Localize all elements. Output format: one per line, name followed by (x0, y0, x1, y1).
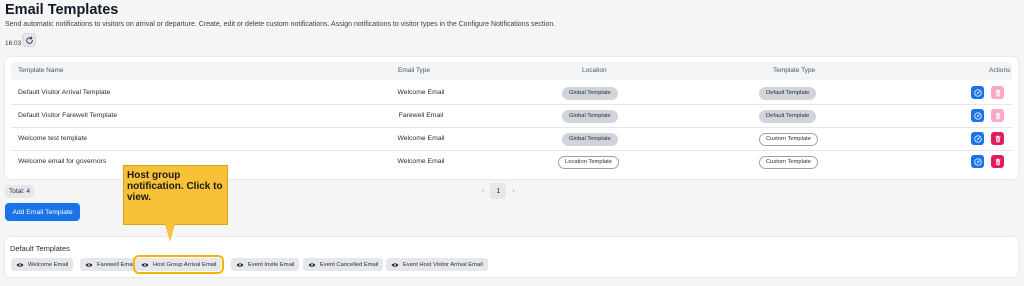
edit-icon (973, 157, 982, 166)
add-email-template-button[interactable]: Add Email Template (5, 203, 80, 221)
table-header: Template Name Email Type Location Templa… (11, 62, 1012, 80)
page-number[interactable]: 1 (490, 183, 507, 199)
edit-icon (973, 134, 982, 143)
defaults-card: Default Templates Welcome Email Farewell… (5, 237, 1018, 277)
edit-icon (973, 88, 982, 97)
template-name: Default Visitor Farewell Template (18, 112, 118, 119)
trash-icon (995, 135, 1000, 142)
default-template-chip[interactable]: Event Cancelled Email (303, 258, 384, 271)
email-type: Welcome Email (397, 158, 445, 165)
trash-icon (995, 112, 1000, 119)
email-type: Farewell Email (398, 112, 444, 119)
template-name: Welcome test template (18, 135, 88, 142)
pagination: ‹ 1 › (482, 183, 515, 199)
default-templates-title: Default Templates (10, 244, 70, 253)
refresh-icon (25, 35, 33, 44)
col-actions: Actions (989, 67, 1011, 74)
chip-label: Event Host Visitor Arrival Email (403, 261, 483, 268)
chip-label: Farewell Email (97, 261, 136, 268)
delete-button[interactable] (991, 132, 1004, 145)
col-template-type: Template Type (773, 67, 816, 74)
eye-icon (236, 262, 244, 267)
trash-icon (995, 158, 1000, 165)
chip-label: Event Cancelled Email (320, 261, 379, 268)
email-type: Welcome Email (397, 135, 445, 142)
default-template-chip[interactable]: Farewell Email (80, 258, 141, 271)
table-row: Welcome test template Welcome Email Glob… (11, 128, 1012, 151)
delete-button[interactable] (991, 109, 1004, 122)
delete-button[interactable] (991, 86, 1004, 99)
template-type-badge: Default Template (759, 110, 817, 123)
edit-button[interactable] (971, 155, 984, 168)
eye-icon (308, 262, 316, 267)
location-badge: Global Template (562, 133, 618, 146)
trash-icon (995, 89, 1000, 96)
template-name: Welcome email for governors (18, 158, 107, 165)
total-count: Total: 4 (5, 185, 34, 198)
page-subtitle: Send automatic notifications to visitors… (5, 21, 556, 28)
eye-icon (85, 262, 93, 267)
table-row: Default Visitor Arrival Template Welcome… (11, 82, 1012, 105)
edit-button[interactable] (971, 86, 984, 99)
template-type-badge: Custom Template (759, 156, 818, 169)
last-updated-time: 16:03 (5, 40, 22, 47)
col-email-type: Email Type (398, 67, 431, 74)
location-badge: Global Template (562, 110, 618, 123)
location-badge: Global Template (562, 87, 618, 100)
delete-button[interactable] (991, 155, 1004, 168)
template-type-badge: Custom Template (759, 133, 818, 146)
eye-icon (391, 262, 399, 267)
default-template-chip[interactable]: Event Invite Email (231, 258, 300, 271)
chip-label: Welcome Email (28, 261, 69, 268)
tooltip-tail (165, 224, 175, 242)
template-name: Default Visitor Arrival Template (18, 89, 111, 96)
chip-label: Host Group Arrival Email (153, 261, 217, 268)
template-type-badge: Default Template (759, 87, 817, 100)
next-page-button[interactable]: › (512, 188, 514, 195)
default-template-chip[interactable]: Host Group Arrival Email (132, 255, 225, 274)
location-badge: Location Template (558, 156, 619, 169)
default-template-chip[interactable]: Welcome Email (11, 258, 74, 271)
email-type: Welcome Email (397, 89, 445, 96)
edit-icon (973, 111, 982, 120)
col-template-name: Template Name (18, 67, 64, 74)
eye-icon (16, 262, 24, 267)
edit-button[interactable] (971, 132, 984, 145)
edit-button[interactable] (971, 109, 984, 122)
tooltip-callout: Host group notification. Click to view. (123, 165, 228, 225)
prev-page-button[interactable]: ‹ (482, 188, 484, 195)
eye-icon (141, 262, 149, 267)
page-title: Email Templates (5, 2, 119, 18)
table-row: Default Visitor Farewell Template Farewe… (11, 105, 1012, 128)
col-location: Location (582, 67, 607, 74)
chip-label: Event Invite Email (248, 261, 295, 268)
refresh-button[interactable] (22, 33, 36, 47)
templates-table: Template Name Email Type Location Templa… (5, 57, 1018, 179)
default-template-chip[interactable]: Event Host Visitor Arrival Email (386, 258, 488, 271)
